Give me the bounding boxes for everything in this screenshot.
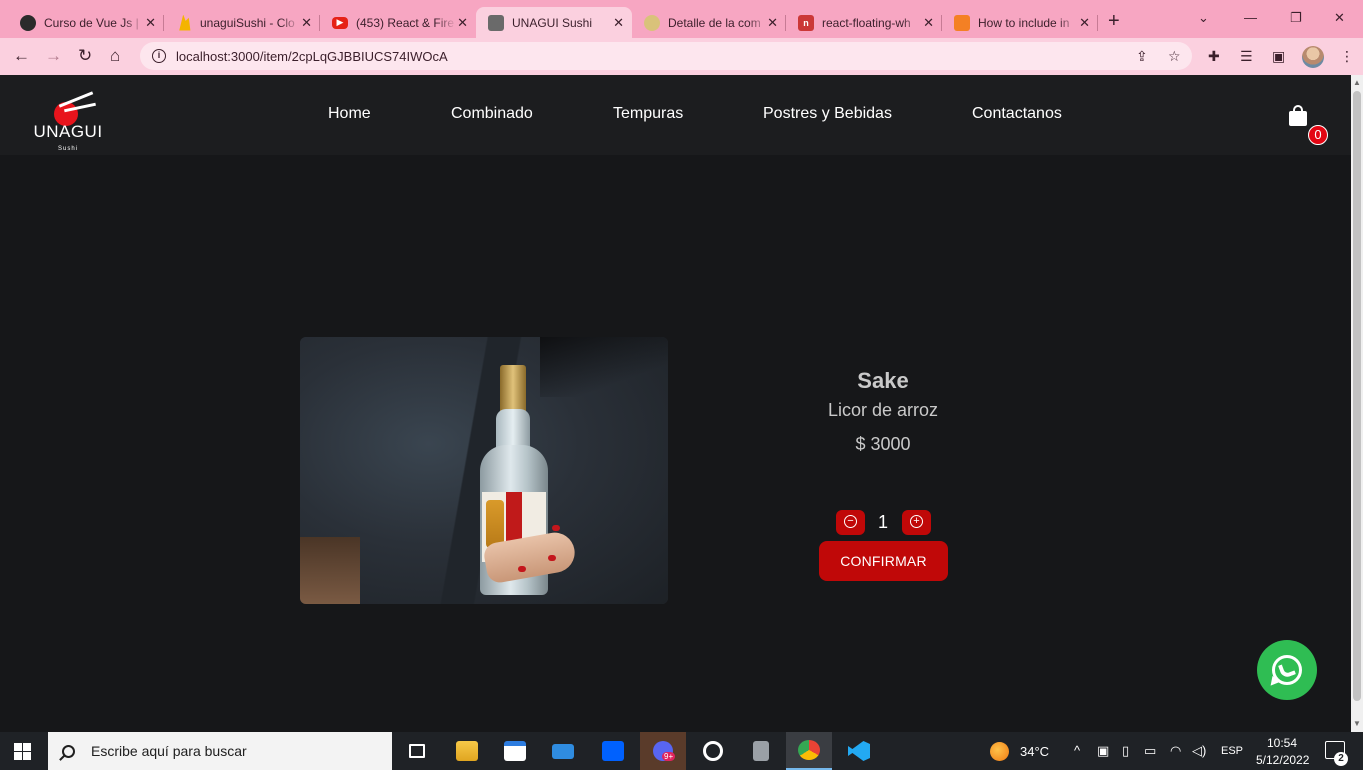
calculator-icon[interactable]: [738, 732, 784, 770]
task-view-icon[interactable]: [394, 732, 440, 770]
npm-icon: n: [798, 14, 814, 31]
minus-circle-icon: −: [844, 515, 857, 529]
site-logo[interactable]: UNAGUI Sushi: [30, 82, 106, 152]
clock-date[interactable]: 5/12/2022: [1256, 753, 1309, 767]
browser-menu-icon[interactable]: ⋮: [1340, 48, 1354, 65]
close-tab-icon[interactable]: ✕: [301, 15, 312, 31]
shopping-bag-icon[interactable]: [1288, 105, 1308, 127]
search-icon: [62, 744, 75, 758]
close-tab-icon[interactable]: ✕: [145, 15, 156, 31]
share-icon[interactable]: ⇪: [1136, 48, 1148, 65]
side-panel-icon[interactable]: ▣: [1272, 48, 1285, 65]
reading-list-icon[interactable]: ☰: [1240, 48, 1253, 65]
chrome-icon[interactable]: [786, 732, 832, 770]
product-image: [300, 337, 668, 604]
increase-quantity-button[interactable]: +: [902, 510, 931, 535]
browser-tab[interactable]: unaguiSushi - Clo ✕: [164, 7, 320, 38]
site-header: UNAGUI Sushi Home Combinado Tempuras Pos…: [0, 75, 1351, 155]
vue-course-icon: [20, 14, 36, 31]
product-price: $ 3000: [855, 434, 911, 454]
product-name: Sake: [857, 368, 909, 393]
new-tab-icon[interactable]: +: [1108, 10, 1120, 33]
tray-app-icon[interactable]: ▣: [1097, 743, 1109, 759]
cart-count-badge: 0: [1308, 125, 1328, 145]
confirm-button[interactable]: CONFIRMAR: [819, 541, 948, 581]
forward-icon[interactable]: →: [45, 46, 62, 66]
tray-expand-icon[interactable]: ^: [1074, 743, 1080, 758]
nav-home[interactable]: Home: [328, 105, 371, 123]
sushi-icon: [644, 14, 660, 31]
taskbar-search[interactable]: Escribe aquí para buscar: [48, 732, 392, 770]
whatsapp-floating-button[interactable]: [1257, 640, 1317, 700]
browser-tab[interactable]: Detalle de la com ✕: [632, 7, 786, 38]
scroll-up-icon[interactable]: ▲: [1353, 78, 1361, 87]
browser-tab[interactable]: ▶ (453) React & Fire ✕: [320, 7, 476, 38]
store-icon[interactable]: [492, 732, 538, 770]
discord-badge: 9+: [662, 752, 676, 761]
product-description: Licor de arroz: [827, 400, 939, 420]
close-tab-icon[interactable]: ✕: [767, 15, 778, 31]
notification-count: 2: [1334, 752, 1348, 766]
mail-icon[interactable]: [540, 732, 586, 770]
url-text[interactable]: localhost:3000/item/2cpLqGJBBIUCS74IWOcA: [176, 49, 448, 64]
nav-tempuras[interactable]: Tempuras: [613, 105, 683, 123]
close-window-icon[interactable]: ✕: [1334, 10, 1345, 26]
scroll-thumb[interactable]: [1353, 91, 1361, 701]
nav-contactanos[interactable]: Contactanos: [972, 105, 1062, 123]
bookmark-star-icon[interactable]: ☆: [1168, 48, 1181, 65]
home-icon[interactable]: ⌂: [110, 46, 120, 66]
browser-toolbar: ← → ↻ ⌂ i localhost:3000/item/2cpLqGJBBI…: [0, 38, 1363, 75]
extensions-icon[interactable]: ✚: [1208, 48, 1220, 65]
scroll-down-icon[interactable]: ▼: [1353, 719, 1361, 728]
browser-tab[interactable]: How to include in ✕: [942, 7, 1098, 38]
tray-device-icon[interactable]: ▯: [1122, 743, 1129, 759]
github-desktop-icon[interactable]: [690, 732, 736, 770]
close-tab-icon[interactable]: ✕: [923, 15, 934, 31]
minimize-icon[interactable]: —: [1244, 10, 1257, 25]
windows-start-icon[interactable]: [14, 743, 31, 760]
wifi-icon[interactable]: ◠: [1170, 743, 1181, 759]
vscode-icon[interactable]: [836, 732, 882, 770]
firebase-icon: [179, 14, 191, 31]
site-info-icon[interactable]: i: [152, 49, 166, 63]
unagui-icon: [488, 14, 504, 31]
clock-time[interactable]: 10:54: [1267, 736, 1297, 750]
profile-avatar[interactable]: [1302, 46, 1324, 68]
nav-postres-bebidas[interactable]: Postres y Bebidas: [763, 105, 892, 123]
taskbar-search-placeholder: Escribe aquí para buscar: [91, 743, 247, 759]
browser-tab[interactable]: Curso de Vue Js | ✕: [8, 7, 164, 38]
temperature[interactable]: 34°C: [1020, 744, 1049, 759]
close-tab-icon[interactable]: ✕: [1079, 15, 1090, 31]
address-bar[interactable]: i localhost:3000/item/2cpLqGJBBIUCS74IWO…: [140, 42, 1192, 70]
stackoverflow-icon: [954, 14, 970, 31]
windows-taskbar: Escribe aquí para buscar 9+ 34°C ^ ▣ ▯ ▭…: [0, 732, 1363, 770]
back-icon[interactable]: ←: [13, 46, 30, 66]
logo-brand: UNAGUI: [33, 122, 103, 141]
sake-bottle-cap: [500, 365, 526, 413]
battery-icon[interactable]: ▭: [1144, 743, 1156, 759]
plus-circle-icon: +: [910, 515, 923, 529]
nav-combinado[interactable]: Combinado: [451, 105, 533, 123]
decrease-quantity-button[interactable]: −: [836, 510, 865, 535]
close-tab-icon[interactable]: ✕: [457, 15, 468, 31]
restore-icon[interactable]: ❐: [1290, 10, 1302, 26]
file-explorer-icon[interactable]: [444, 732, 490, 770]
volume-icon[interactable]: ◁): [1192, 743, 1206, 759]
tab-search-icon[interactable]: ⌄: [1198, 10, 1209, 26]
weather-icon[interactable]: [990, 742, 1009, 761]
quantity-value: 1: [877, 512, 888, 532]
youtube-icon: ▶: [332, 16, 348, 29]
page-scrollbar[interactable]: ▲ ▼: [1351, 75, 1363, 732]
dropbox-icon[interactable]: [590, 732, 636, 770]
language-indicator[interactable]: ESP: [1221, 745, 1243, 757]
logo-subtitle: Sushi: [57, 146, 78, 152]
browser-tab[interactable]: n react-floating-wh ✕: [786, 7, 942, 38]
browser-tab-bar: Curso de Vue Js | ✕ unaguiSushi - Clo ✕ …: [0, 0, 1363, 38]
reload-icon[interactable]: ↻: [78, 46, 92, 66]
browser-tab-active[interactable]: UNAGUI Sushi ✕: [476, 7, 632, 38]
discord-icon[interactable]: 9+: [640, 732, 686, 770]
close-tab-icon[interactable]: ✕: [613, 15, 624, 31]
